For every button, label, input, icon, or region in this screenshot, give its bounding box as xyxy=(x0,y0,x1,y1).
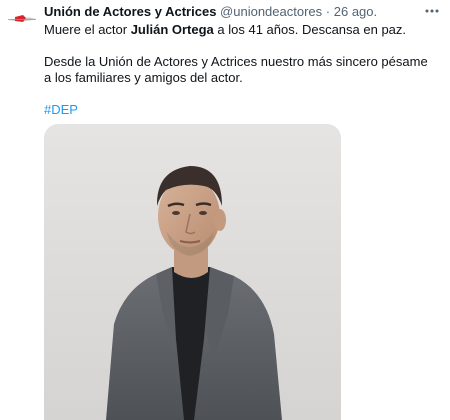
tweet-text: Muere el actor Julián Ortega a los 41 añ… xyxy=(44,22,429,118)
author-handle[interactable]: @uniondeactores xyxy=(220,4,322,19)
tweet-photo[interactable] xyxy=(44,124,341,420)
tweet-paragraph-1: Muere el actor Julián Ortega a los 41 añ… xyxy=(44,22,429,38)
hashtag-link[interactable]: #DEP xyxy=(44,102,429,118)
tweet-paragraph-2: Desde la Unión de Actores y Actrices nue… xyxy=(44,54,428,85)
author-avatar[interactable] xyxy=(6,4,38,36)
union-logo-icon xyxy=(8,15,36,22)
text-rest: a los 41 años. Descansa en paz. xyxy=(213,22,407,37)
tweet-timestamp[interactable]: 26 ago. xyxy=(334,4,377,19)
separator: · xyxy=(325,4,331,19)
more-options-button[interactable] xyxy=(422,2,442,20)
actor-name: Julián Ortega xyxy=(130,22,214,37)
tweet-header: Unión de Actores y Actrices @uniondeacto… xyxy=(44,4,420,20)
author-name[interactable]: Unión de Actores y Actrices xyxy=(44,4,216,19)
more-options-icon xyxy=(425,9,439,13)
text-intro: Muere el actor xyxy=(44,22,131,37)
actor-portrait-image xyxy=(106,166,282,420)
